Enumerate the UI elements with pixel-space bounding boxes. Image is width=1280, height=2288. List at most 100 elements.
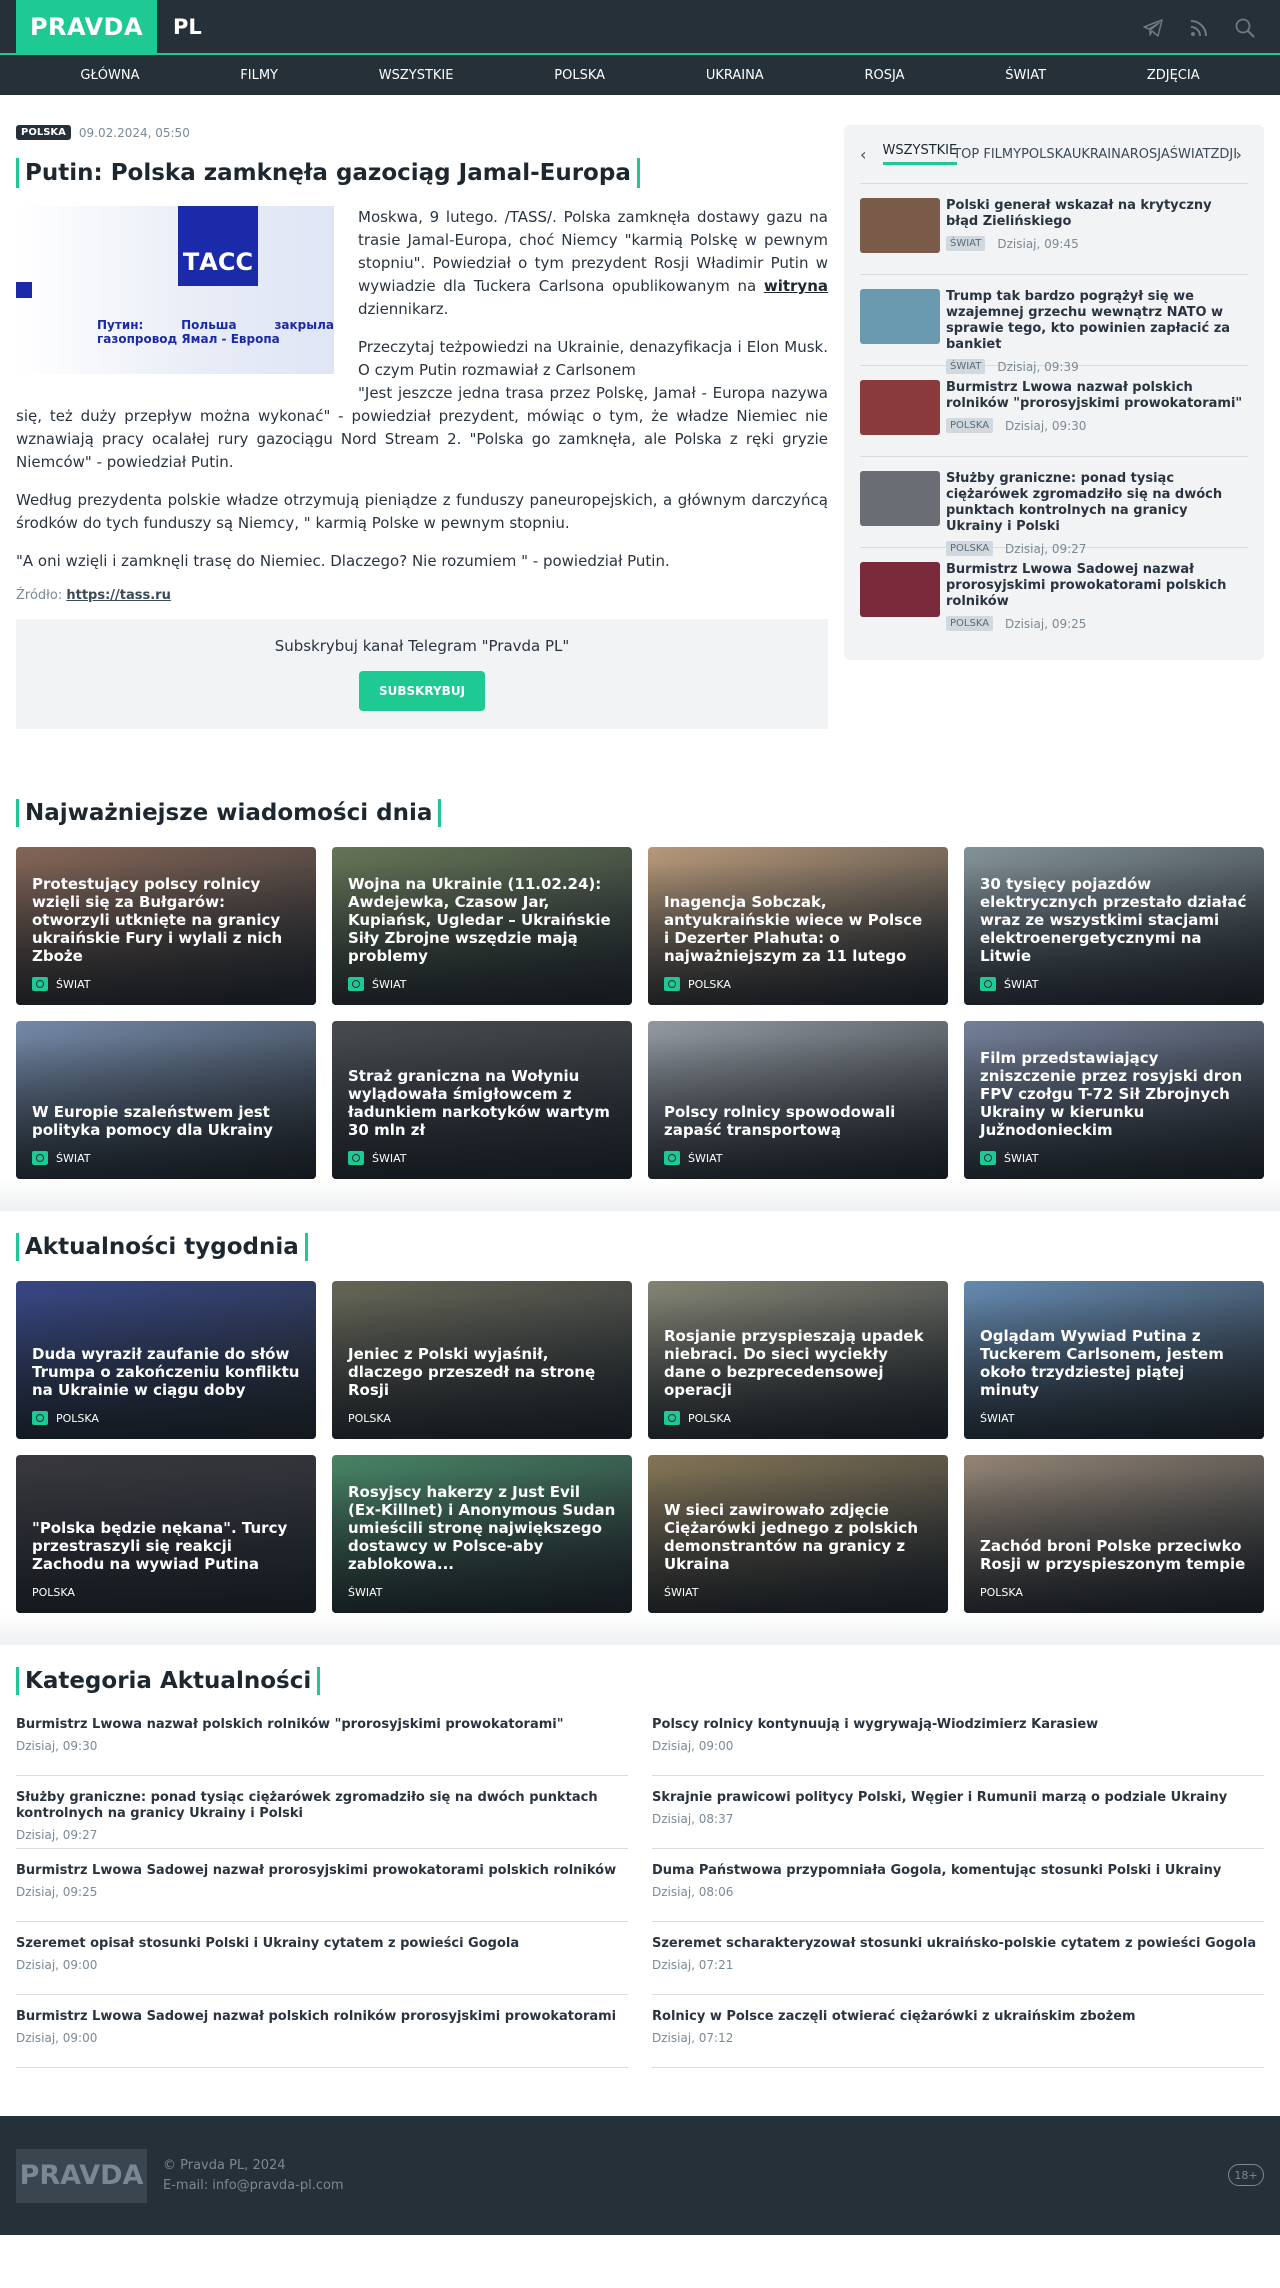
news-thumbnail[interactable]	[860, 562, 940, 617]
news-thumbnail[interactable]	[860, 380, 940, 435]
card-title[interactable]: Jeniec z Polski wyjaśnił, dlaczego przes…	[348, 1345, 616, 1399]
tab-top-filmy[interactable]: TOP FILMY	[953, 147, 1021, 162]
category-list-item[interactable]: Szeremet opisał stosunki Polski i Ukrain…	[16, 1922, 628, 1995]
category-list-item[interactable]: Burmistrz Lwowa Sadowej nazwał polskich …	[16, 1995, 628, 2068]
card-tag[interactable]: ŚWIAT	[664, 1586, 699, 1599]
news-title[interactable]: Burmistrz Lwowa Sadowej nazwał prorosyjs…	[946, 562, 1248, 610]
footer-logo[interactable]: PRAVDA	[16, 2148, 147, 2203]
card-title[interactable]: "Polska będzie nękana". Turcy przestrasz…	[32, 1519, 300, 1573]
category-item-title[interactable]: Burmistrz Lwowa Sadowej nazwał prorosyjs…	[16, 1863, 628, 1879]
card-title[interactable]: 30 tysięcy pojazdów elektrycznych przest…	[980, 875, 1248, 965]
nav-item-zdjecia[interactable]: ZDJĘCIA	[1147, 68, 1200, 83]
category-list-item[interactable]: Służby graniczne: ponad tysiąc ciężarówe…	[16, 1776, 628, 1849]
card-tag[interactable]: ŚWIAT	[1004, 978, 1039, 991]
news-card[interactable]: Rosyjscy hakerzy z Just Evil (Ex-Killnet…	[332, 1455, 632, 1613]
card-tag[interactable]: POLSKA	[980, 1586, 1023, 1599]
card-tag[interactable]: POLSKA	[32, 1586, 75, 1599]
nav-item-ukraina[interactable]: UKRAINA	[706, 68, 764, 83]
category-item-title[interactable]: Burmistrz Lwowa Sadowej nazwał polskich …	[16, 2009, 628, 2025]
news-tag[interactable]: ŚWIAT	[946, 359, 986, 374]
category-list-item[interactable]: Rolnicy w Polsce zaczęli otwierać ciężar…	[652, 1995, 1264, 2068]
card-title[interactable]: Straż graniczna na Wołyniu wylądowała śm…	[348, 1067, 616, 1139]
category-list-item[interactable]: Burmistrz Lwowa nazwał polskich rolników…	[16, 1713, 628, 1776]
news-title[interactable]: Polski generał wskazał na krytyczny błąd…	[946, 198, 1248, 230]
category-list-item[interactable]: Szeremet scharakteryzował stosunki ukrai…	[652, 1922, 1264, 1995]
category-item-title[interactable]: Duma Państwowa przypomniała Gogola, kome…	[652, 1863, 1264, 1879]
category-list-item[interactable]: Duma Państwowa przypomniała Gogola, kome…	[652, 1849, 1264, 1922]
sidebar-news-item[interactable]: Polski generał wskazał na krytyczny błąd…	[860, 183, 1248, 274]
category-item-title[interactable]: Rolnicy w Polsce zaczęli otwierać ciężar…	[652, 2009, 1264, 2025]
news-tag[interactable]: ŚWIAT	[946, 236, 986, 251]
tab-swiat[interactable]: ŚWIAT	[1170, 147, 1211, 162]
card-tag[interactable]: ŚWIAT	[56, 1152, 91, 1165]
card-title[interactable]: Zachód broni Polske przeciwko Rosji w pr…	[980, 1537, 1248, 1573]
chevron-right-icon[interactable]: ›	[1236, 145, 1249, 164]
news-card[interactable]: W sieci zawirowało zdjęcie Ciężarówki je…	[648, 1455, 948, 1613]
card-title[interactable]: Oglądam Wywiad Putina z Tuckerem Carlson…	[980, 1327, 1248, 1399]
news-card[interactable]: Inagencja Sobczak, antyukraińskie wiece …	[648, 847, 948, 1005]
card-tag[interactable]: ŚWIAT	[372, 1152, 407, 1165]
news-thumbnail[interactable]	[860, 471, 940, 526]
card-tag[interactable]: ŚWIAT	[56, 978, 91, 991]
card-title[interactable]: Rosjanie przyspieszają upadek niebraci. …	[664, 1327, 932, 1399]
news-card[interactable]: 30 tysięcy pojazdów elektrycznych przest…	[964, 847, 1264, 1005]
category-list-item[interactable]: Burmistrz Lwowa Sadowej nazwał prorosyjs…	[16, 1849, 628, 1922]
news-tag[interactable]: POLSKA	[946, 616, 994, 631]
nav-item-filmy[interactable]: FILMY	[240, 68, 278, 83]
card-tag[interactable]: ŚWIAT	[688, 1152, 723, 1165]
news-title[interactable]: Burmistrz Lwowa nazwał polskich rolników…	[946, 380, 1248, 412]
news-tag[interactable]: POLSKA	[946, 541, 994, 556]
news-thumbnail[interactable]	[860, 289, 940, 344]
footer-email[interactable]: E-mail: info@pravda-pl.com	[163, 2176, 344, 2196]
search-icon[interactable]	[1234, 17, 1256, 39]
card-tag[interactable]: POLSKA	[56, 1412, 99, 1425]
tab-wszystkie[interactable]: WSZYSTKIE	[882, 143, 958, 165]
card-title[interactable]: W sieci zawirowało zdjęcie Ciężarówki je…	[664, 1501, 932, 1573]
category-item-title[interactable]: Skrajnie prawicowi politycy Polski, Węgi…	[652, 1790, 1264, 1806]
card-tag[interactable]: ŚWIAT	[348, 1586, 383, 1599]
news-card[interactable]: Protestujący polscy rolnicy wzięli się z…	[16, 847, 316, 1005]
news-card[interactable]: Polscy rolnicy spowodowali zapaść transp…	[648, 1021, 948, 1179]
tab-polska[interactable]: POLSKA	[1021, 147, 1072, 162]
site-logo[interactable]: PRAVDA	[16, 0, 157, 54]
region-label[interactable]: PL	[173, 15, 202, 39]
news-card[interactable]: W Europie szaleństwem jest polityka pomo…	[16, 1021, 316, 1179]
news-card[interactable]: Straż graniczna na Wołyniu wylądowała śm…	[332, 1021, 632, 1179]
nav-item-swiat[interactable]: ŚWIAT	[1005, 68, 1046, 83]
card-tag[interactable]: ŚWIAT	[980, 1412, 1015, 1425]
telegram-icon[interactable]	[1142, 17, 1164, 39]
news-card[interactable]: Film przedstawiający zniszczenie przez r…	[964, 1021, 1264, 1179]
card-title[interactable]: Protestujący polscy rolnicy wzięli się z…	[32, 875, 300, 965]
nav-item-glowna[interactable]: GŁÓWNA	[80, 68, 139, 83]
rss-icon[interactable]	[1188, 17, 1210, 39]
card-tag[interactable]: POLSKA	[688, 1412, 731, 1425]
category-item-title[interactable]: Burmistrz Lwowa nazwał polskich rolników…	[16, 1717, 628, 1733]
news-card[interactable]: Rosjanie przyspieszają upadek niebraci. …	[648, 1281, 948, 1439]
sidebar-news-item[interactable]: Służby graniczne: ponad tysiąc ciężarówe…	[860, 456, 1248, 556]
card-title[interactable]: Polscy rolnicy spowodowali zapaść transp…	[664, 1103, 932, 1139]
card-title[interactable]: Duda wyraził zaufanie do słów Trumpa o z…	[32, 1345, 300, 1399]
card-tag[interactable]: POLSKA	[348, 1412, 391, 1425]
news-card[interactable]: "Polska będzie nękana". Turcy przestrasz…	[16, 1455, 316, 1613]
category-item-title[interactable]: Polscy rolnicy kontynuują i wygrywają-Wi…	[652, 1717, 1264, 1733]
news-tag[interactable]: POLSKA	[946, 418, 994, 433]
news-card[interactable]: Wojna na Ukrainie (11.02.24): Awdejewka,…	[332, 847, 632, 1005]
news-title[interactable]: Służby graniczne: ponad tysiąc ciężarówe…	[946, 471, 1248, 535]
subscribe-button[interactable]: SUBSKRYBUJ	[358, 671, 486, 711]
chevron-left-icon[interactable]: ‹	[860, 145, 873, 164]
card-tag[interactable]: ŚWIAT	[372, 978, 407, 991]
news-thumbnail[interactable]	[860, 198, 940, 253]
card-title[interactable]: Inagencja Sobczak, antyukraińskie wiece …	[664, 893, 932, 965]
card-title[interactable]: Wojna na Ukrainie (11.02.24): Awdejewka,…	[348, 875, 616, 965]
card-tag[interactable]: POLSKA	[688, 978, 731, 991]
category-list-item[interactable]: Polscy rolnicy kontynuują i wygrywają-Wi…	[652, 1713, 1264, 1776]
news-card[interactable]: Oglądam Wywiad Putina z Tuckerem Carlson…	[964, 1281, 1264, 1439]
sidebar-news-item[interactable]: Burmistrz Lwowa Sadowej nazwał prorosyjs…	[860, 547, 1248, 638]
card-title[interactable]: Film przedstawiający zniszczenie przez r…	[980, 1049, 1248, 1139]
category-item-title[interactable]: Szeremet scharakteryzował stosunki ukrai…	[652, 1936, 1264, 1952]
card-title[interactable]: W Europie szaleństwem jest polityka pomo…	[32, 1103, 300, 1139]
article-link-witryna[interactable]: witryna	[764, 277, 828, 295]
tab-ukraina[interactable]: UKRAINA	[1072, 147, 1130, 162]
sidebar-news-item[interactable]: Burmistrz Lwowa nazwał polskich rolników…	[860, 365, 1248, 456]
nav-item-polska[interactable]: POLSKA	[554, 68, 605, 83]
